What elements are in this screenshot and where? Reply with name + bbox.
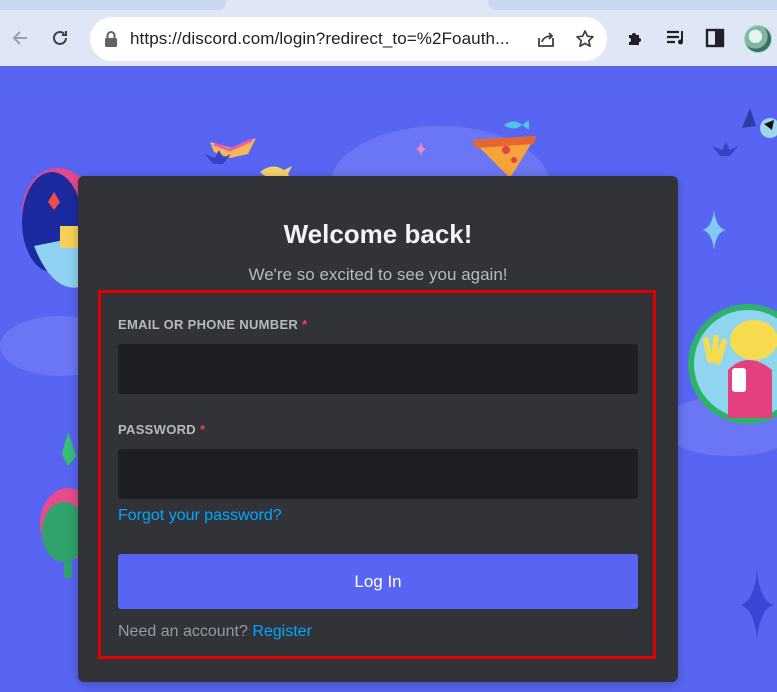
need-account-text: Need an account? bbox=[118, 623, 248, 640]
extensions-icon[interactable] bbox=[622, 24, 650, 52]
page-title: Welcome back! bbox=[283, 219, 473, 249]
sparkle-icon bbox=[740, 570, 774, 640]
pizza-illustration bbox=[472, 136, 536, 178]
bird-illustration bbox=[712, 142, 738, 156]
creature-illustration-top bbox=[742, 108, 777, 138]
sidepanel-icon[interactable] bbox=[701, 24, 729, 52]
browser-toolbar: https://discord.com/login?redirect_to=%2… bbox=[0, 0, 777, 66]
password-field[interactable] bbox=[118, 449, 638, 499]
fish-illustration bbox=[504, 120, 529, 130]
profile-avatar[interactable] bbox=[744, 25, 772, 53]
sparkle-icon bbox=[416, 142, 426, 156]
lock-icon[interactable] bbox=[104, 30, 118, 53]
register-link[interactable]: Register bbox=[252, 623, 312, 640]
email-field[interactable] bbox=[118, 344, 638, 394]
login-button[interactable]: Log In bbox=[118, 554, 638, 609]
back-icon[interactable] bbox=[4, 22, 36, 54]
password-label: PASSWORD * bbox=[118, 422, 205, 437]
character-illustration-right bbox=[688, 304, 777, 424]
sparkle-icon bbox=[702, 210, 726, 250]
required-marker: * bbox=[200, 422, 206, 437]
login-card: Welcome back! We're so excited to see yo… bbox=[78, 176, 678, 682]
need-account-row: Need an account? Register bbox=[118, 623, 312, 641]
media-icon[interactable] bbox=[662, 24, 690, 52]
share-icon[interactable] bbox=[534, 27, 558, 51]
address-bar[interactable]: https://discord.com/login?redirect_to=%2… bbox=[90, 17, 607, 61]
required-marker: * bbox=[302, 317, 308, 332]
page-subtitle: We're so excited to see you again! bbox=[248, 265, 508, 284]
tab-strip-left[interactable] bbox=[0, 0, 226, 10]
bookmark-star-icon[interactable] bbox=[573, 27, 597, 51]
tab-strip-right[interactable] bbox=[488, 0, 777, 10]
url-text[interactable]: https://discord.com/login?redirect_to=%2… bbox=[130, 29, 522, 49]
password-label-text: PASSWORD bbox=[118, 422, 196, 437]
bird-illustration bbox=[205, 150, 231, 164]
email-label-text: EMAIL OR PHONE NUMBER bbox=[118, 317, 299, 332]
forgot-password-link[interactable]: Forgot your password? bbox=[118, 507, 282, 525]
email-label: EMAIL OR PHONE NUMBER * bbox=[118, 317, 307, 332]
reload-icon[interactable] bbox=[44, 22, 76, 54]
